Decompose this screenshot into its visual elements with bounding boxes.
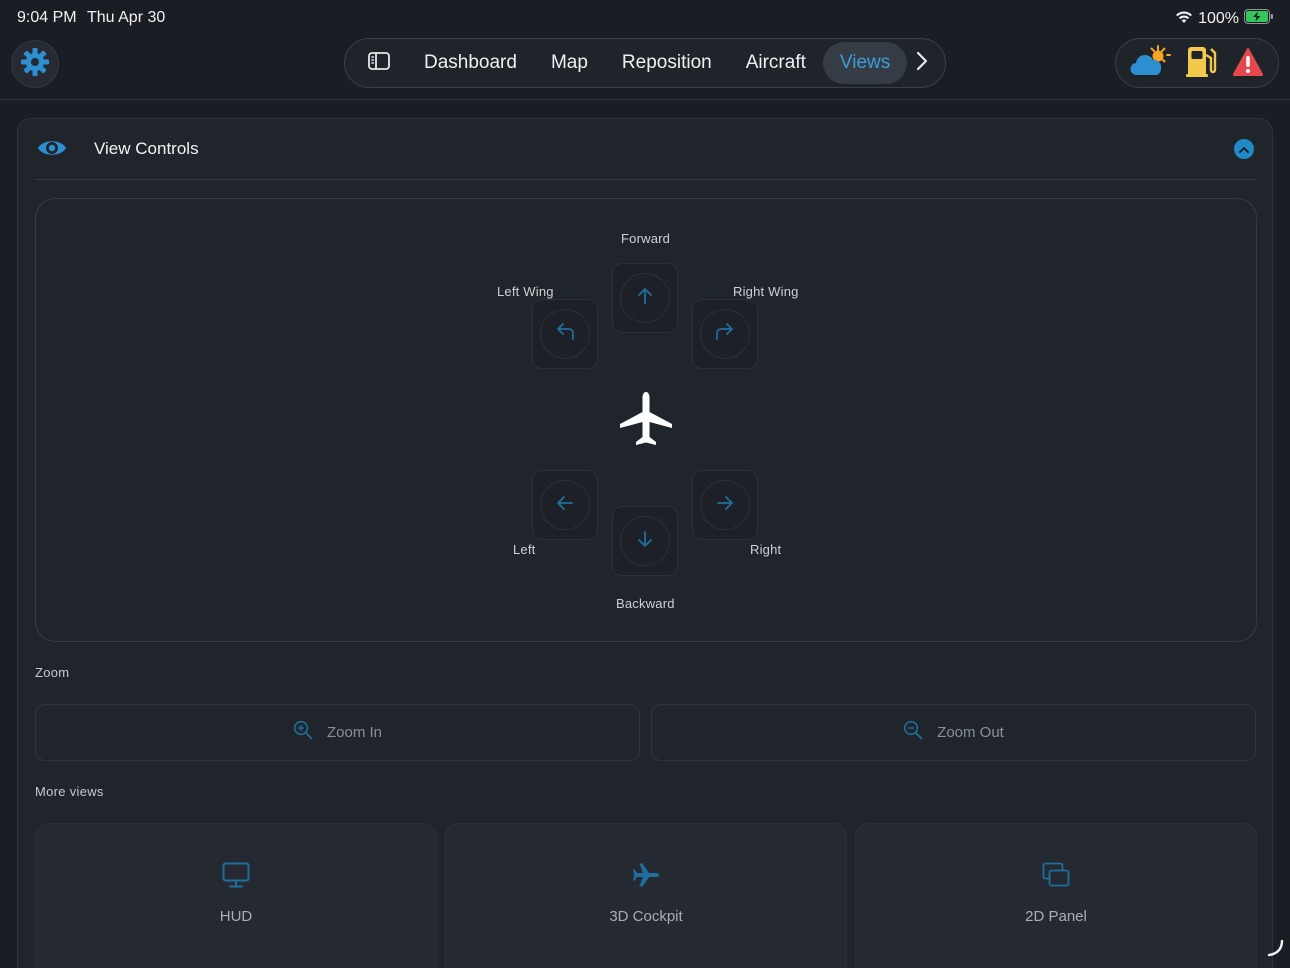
arrow-down-icon <box>636 530 654 553</box>
zoom-in-button[interactable]: Zoom In <box>35 704 640 761</box>
sidebar-toggle-icon <box>368 51 390 75</box>
top-bar: Dashboard Map Reposition Aircraft Views <box>0 36 1290 100</box>
turn-left-icon <box>555 322 575 346</box>
zoom-out-button[interactable]: Zoom Out <box>651 704 1256 761</box>
status-time: 9:04 PM <box>17 9 77 26</box>
right-button[interactable] <box>692 470 758 540</box>
zoom-in-icon <box>293 720 313 745</box>
battery-percentage: 100% <box>1198 10 1239 27</box>
arrow-right-icon <box>716 494 734 517</box>
view-card-3d-cockpit[interactable]: 3D Cockpit <box>445 823 847 968</box>
warning-icon[interactable] <box>1231 45 1265 82</box>
airplane-icon <box>619 391 673 454</box>
left-button[interactable] <box>532 470 598 540</box>
panel-title: View Controls <box>94 139 199 158</box>
view-card-hud[interactable]: HUD <box>35 823 437 968</box>
camera-direction-pad: Forward Left Wing Right Wing Left Right … <box>35 198 1257 642</box>
zoom-out-icon <box>903 720 923 745</box>
backward-label: Backward <box>616 596 675 611</box>
backward-button[interactable] <box>612 506 678 576</box>
battery-charging-icon <box>1244 9 1274 29</box>
collapse-button[interactable] <box>1234 139 1254 159</box>
status-bar: 9:04 PM Thu Apr 30 100% <box>0 0 1290 36</box>
status-indicators: 100% <box>1175 9 1274 29</box>
left-wing-label: Left Wing <box>497 284 554 299</box>
panel-header: View Controls <box>35 119 1257 180</box>
airplane-icon <box>632 862 660 893</box>
arrow-up-icon <box>636 287 654 310</box>
zoom-section-label: Zoom <box>35 665 70 680</box>
turn-right-icon <box>715 322 735 346</box>
tab-map[interactable]: Map <box>534 42 605 84</box>
left-wing-button[interactable] <box>532 299 598 369</box>
quick-actions <box>1115 38 1279 88</box>
zoom-in-label: Zoom In <box>326 724 383 741</box>
resize-handle[interactable] <box>1266 939 1284 962</box>
arrow-left-icon <box>556 494 574 517</box>
tab-aircraft[interactable]: Aircraft <box>729 42 823 84</box>
monitor-icon <box>222 862 250 893</box>
forward-button[interactable] <box>612 263 678 333</box>
view-card-label: HUD <box>219 908 253 925</box>
gear-icon <box>20 47 50 82</box>
view-card-2d-panel[interactable]: 2D Panel <box>855 823 1257 968</box>
status-date: Thu Apr 30 <box>87 9 166 26</box>
fuel-icon[interactable] <box>1185 43 1217 84</box>
nav-more-button[interactable] <box>907 42 937 84</box>
forward-label: Forward <box>621 231 671 246</box>
main-navigation: Dashboard Map Reposition Aircraft Views <box>344 38 946 88</box>
view-card-label: 2D Panel <box>1025 908 1087 925</box>
weather-icon[interactable] <box>1129 44 1171 83</box>
panels-icon <box>1042 862 1070 893</box>
eye-icon <box>37 136 67 165</box>
tab-views[interactable]: Views <box>822 42 908 84</box>
tab-dashboard[interactable]: Dashboard <box>407 42 534 84</box>
right-wing-button[interactable] <box>692 299 758 369</box>
chevron-right-icon <box>916 51 928 76</box>
zoom-out-label: Zoom Out <box>937 724 1004 741</box>
view-card-label: 3D Cockpit <box>609 908 683 925</box>
right-wing-label: Right Wing <box>733 284 799 299</box>
sidebar-toggle-button[interactable] <box>351 38 407 88</box>
tab-reposition[interactable]: Reposition <box>605 42 729 84</box>
more-views-section-label: More views <box>35 784 104 799</box>
right-label: Right <box>750 542 782 557</box>
view-controls-panel: View Controls Forward Left Wing Right Wi… <box>17 118 1273 968</box>
settings-button[interactable] <box>11 40 59 88</box>
wifi-icon <box>1175 10 1193 29</box>
chevron-up-icon <box>1239 140 1249 158</box>
left-label: Left <box>513 542 536 557</box>
